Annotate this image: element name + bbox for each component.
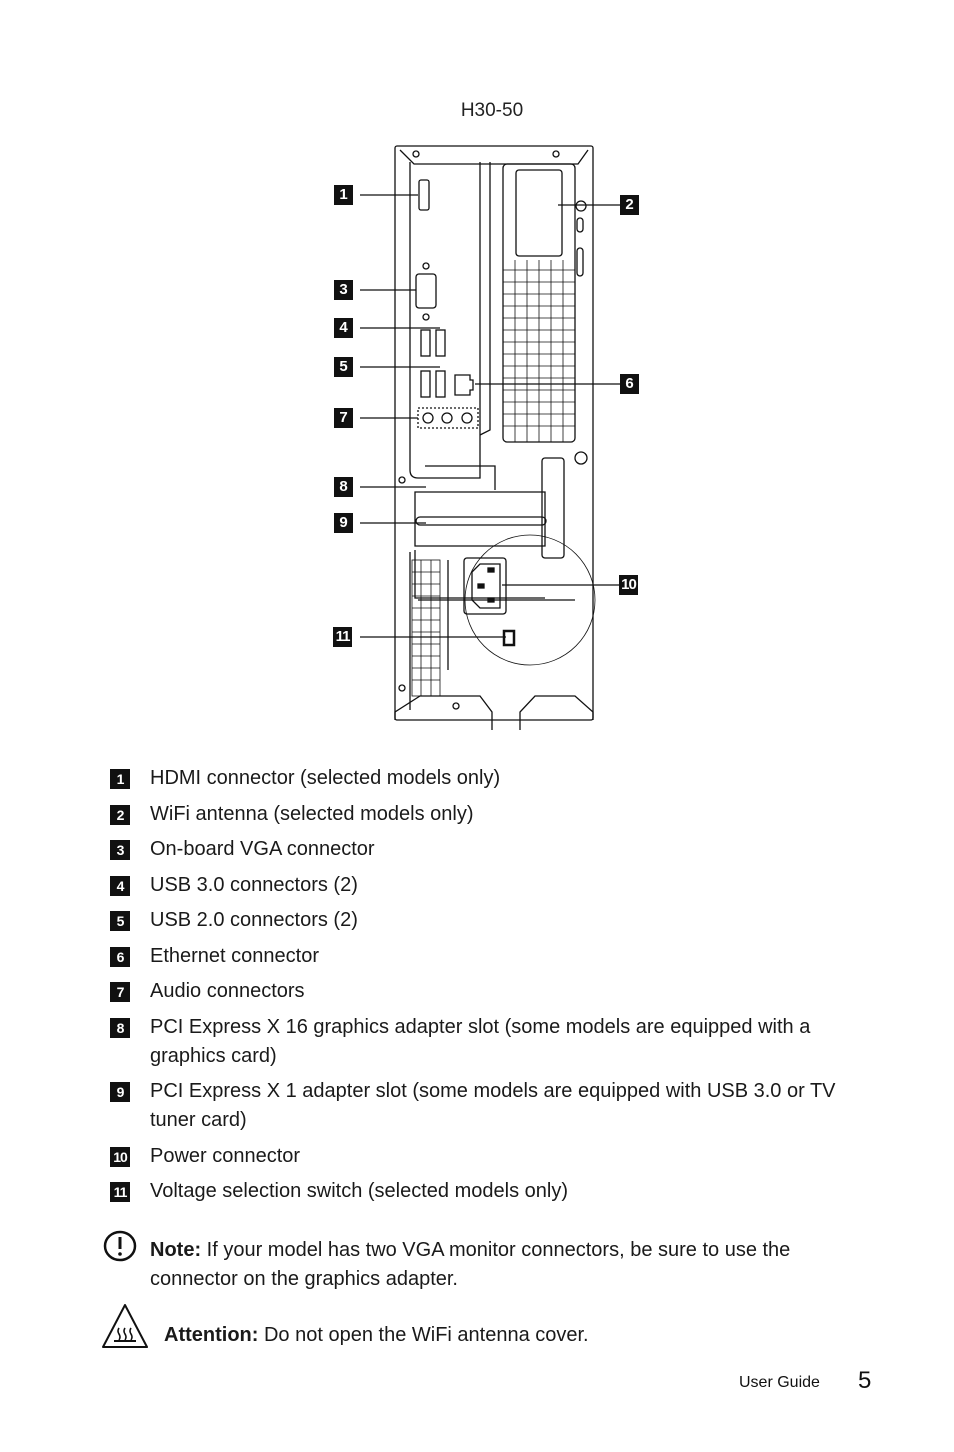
legend-label: HDMI connector (selected models only): [150, 767, 501, 789]
psu-left-grid: [411, 559, 441, 697]
hdmi-port: [418, 179, 430, 211]
power-pin: [487, 567, 495, 573]
footer-label: User Guide: [739, 1374, 820, 1391]
legend-number-badge: 10: [110, 1146, 130, 1167]
thumbscrew: [574, 451, 588, 465]
legend-item: 6 Ethernet connector: [110, 942, 870, 971]
screw-hole: [452, 702, 460, 710]
legend-label: Audio connectors: [150, 980, 305, 1002]
page-number: 5: [858, 1367, 872, 1394]
legend-label: Voltage selection switch (selected model…: [150, 1180, 568, 1202]
callout-10: 10: [619, 575, 638, 595]
legend-label: USB 2.0 connectors (2): [150, 909, 358, 931]
legend-item: 7 Audio connectors: [110, 977, 870, 1006]
attention-label: Attention:: [164, 1324, 259, 1346]
legend-item: 11 Voltage selection switch (selected mo…: [110, 1177, 870, 1206]
screw-hole: [412, 150, 420, 158]
note-label: Note:: [150, 1239, 202, 1261]
legend-item: 4 USB 3.0 connectors (2): [110, 871, 870, 900]
legend-number-badge: 11: [110, 1182, 130, 1202]
screw-hole: [552, 150, 560, 158]
legend-number-badge: 2: [110, 804, 130, 825]
legend-number-badge: 8: [110, 1017, 130, 1038]
connector-legend: 1 HDMI connector (selected models only) …: [110, 764, 870, 1213]
antenna-connector: [575, 200, 587, 212]
legend-item: 3 On-board VGA connector: [110, 835, 870, 864]
legend-number-badge: 3: [110, 840, 130, 860]
vga-screw: [422, 313, 430, 321]
legend-item: 5 USB 2.0 connectors (2): [110, 906, 870, 935]
callout-1: 1: [334, 185, 353, 205]
audio-jack: [422, 412, 434, 424]
wifi-antenna-cover: [515, 169, 563, 257]
rear-panel-illustration: [360, 145, 620, 730]
attention-body: Do not open the WiFi antenna cover.: [258, 1324, 589, 1346]
foot-right: [519, 695, 594, 730]
figure-title: H30-50: [460, 100, 524, 121]
vga-screw: [422, 262, 430, 270]
legend-label: PCI Express X 16 graphics adapter slot (…: [150, 1015, 811, 1067]
usb2-port: [435, 370, 446, 398]
legend-label: WiFi antenna (selected models only): [150, 802, 474, 825]
usb3-port: [435, 329, 446, 357]
legend-label: Power connector: [150, 1144, 301, 1167]
callout-8: 8: [334, 477, 353, 497]
audio-jack: [441, 412, 453, 424]
computer-rear-panel-diagram: 1 2 3 4 5 6 7 8 9 10 11: [330, 140, 650, 730]
legend-label: USB 3.0 connectors (2): [150, 873, 358, 896]
power-pin: [477, 583, 485, 589]
legend-number-badge: 5: [110, 911, 130, 931]
slot-hole: [576, 217, 584, 233]
callout-11: 11: [333, 627, 352, 647]
legend-label: On-board VGA connector: [150, 838, 375, 860]
legend-item: 9 PCI Express X 1 adapter slot (some mod…: [110, 1077, 870, 1135]
legend-item: 2 WiFi antenna (selected models only): [110, 800, 870, 829]
power-connector: [471, 563, 501, 609]
top-rail: [399, 149, 589, 165]
legend-item: 8 PCI Express X 16 graphics adapter slot…: [110, 1013, 870, 1071]
audio-jack: [461, 412, 473, 424]
voltage-switch: [502, 629, 516, 647]
callout-2: 2: [620, 195, 639, 215]
callout-3: 3: [334, 280, 353, 300]
legend-label: PCI Express X 1 adapter slot (some model…: [150, 1080, 836, 1131]
usb2-port: [420, 370, 431, 398]
legend-item: 1 HDMI connector (selected models only): [110, 764, 870, 793]
ethernet-port: [454, 374, 474, 396]
screw-hole: [398, 476, 406, 484]
legend-item: 10 Power connector: [110, 1142, 870, 1171]
pci-slot-gap: [415, 516, 547, 526]
audio-group: [417, 407, 479, 429]
exclamation-circle-icon: [102, 1229, 138, 1268]
legend-number-badge: 7: [110, 982, 130, 1002]
legend-number-badge: 1: [110, 769, 130, 789]
pci-x16-slot: [414, 491, 546, 547]
legend-label: Ethernet connector: [150, 944, 319, 967]
vga-port: [415, 273, 437, 309]
attention-text: Attention: Do not open the WiFi antenna …: [164, 1321, 864, 1350]
legend-number-badge: 4: [110, 875, 130, 896]
callout-5: 5: [334, 357, 353, 377]
callout-7: 7: [334, 408, 353, 428]
legend-number-badge: 9: [110, 1082, 130, 1102]
hot-surface-warning-icon: [100, 1302, 150, 1355]
callout-4: 4: [334, 318, 353, 338]
vent-grid: [503, 260, 575, 442]
pci-x1-slot: [414, 550, 545, 599]
note-text: Note: If your model has two VGA monitor …: [150, 1236, 870, 1294]
note-body: If your model has two VGA monitor connec…: [150, 1239, 791, 1290]
screw-hole: [398, 684, 406, 692]
io-panel-edge: [479, 162, 491, 436]
power-pin: [487, 597, 495, 603]
psu-frame: [409, 552, 575, 710]
legend-number-badge: 6: [110, 946, 130, 967]
slot-hole: [576, 247, 584, 277]
callout-6: 6: [620, 374, 639, 394]
usb3-port: [420, 329, 431, 357]
callout-9: 9: [334, 513, 353, 533]
